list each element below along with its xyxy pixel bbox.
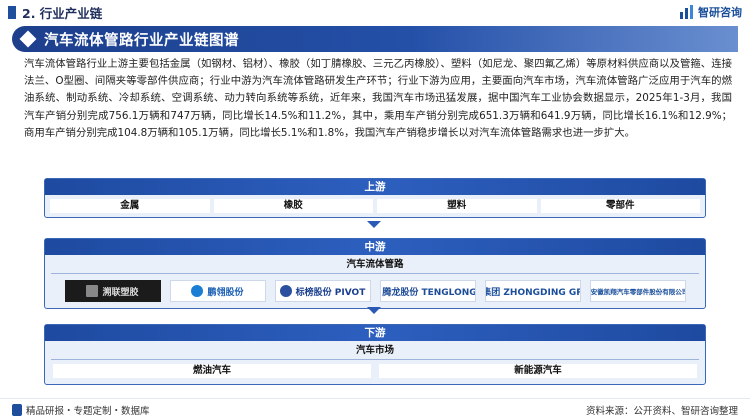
brand-logo-icon	[680, 5, 693, 19]
midstream-subtitle: 汽车流体管路	[346, 259, 404, 270]
intro-paragraph: 汽车流体管路行业上游主要包括金属（如钢材、铝材）、橡胶（如丁腈橡胶、三元乙丙橡胶…	[24, 58, 732, 139]
company-logo: 鹏翎股份	[169, 280, 266, 302]
company-logo: 中鼎集团 ZHONGDING GROUP	[484, 280, 581, 302]
company-mark-icon	[279, 285, 292, 297]
company-logo: 标榜股份 PIVOT	[274, 280, 371, 302]
upstream-item-rubber: 橡胶	[213, 199, 373, 213]
downstream-title: 下游	[45, 325, 705, 341]
upstream-item-metal: 金属	[50, 199, 210, 213]
company-logo: 安徽凯翔汽车零部件股份有限公司	[589, 280, 686, 302]
section-title: 2. 行业产业链	[22, 5, 103, 21]
company-logos: 溯联塑胶 鹏翎股份 标榜股份 PIVOT 腾龙股份 TENGLONG 中鼎集团 …	[45, 274, 705, 308]
downstream-subtitle: 汽车市场	[355, 345, 394, 356]
upstream-item-parts: 零部件	[540, 199, 700, 213]
company-mark-icon	[86, 285, 99, 297]
downstream-items: 燃油汽车 新能源汽车	[45, 360, 705, 384]
company-mark-icon	[191, 285, 204, 297]
downstream-section: 下游 汽车市场 燃油汽车 新能源汽车	[44, 324, 706, 385]
footer: 精品研报・专题定制・数据库 资料来源：公开资料、智研咨询整理	[0, 398, 750, 420]
document-icon	[12, 403, 22, 416]
diamond-icon	[19, 30, 37, 48]
upstream-item-plastic: 塑料	[377, 199, 537, 213]
section-header: 2. 行业产业链	[0, 0, 750, 24]
upstream-section: 上游 金属 橡胶 塑料 零部件	[44, 178, 706, 218]
footer-services: 精品研报・专题定制・数据库	[26, 405, 150, 417]
company-logo: 溯联塑胶	[64, 280, 161, 302]
brand-logo[interactable]: 智研咨询	[679, 4, 742, 20]
footer-source: 资料来源：公开资料、智研咨询整理	[585, 405, 738, 417]
midstream-title: 中游	[45, 239, 705, 255]
section-marker	[8, 5, 16, 19]
title-banner: 汽车流体管路行业产业链图谱	[12, 26, 738, 52]
page-title: 汽车流体管路行业产业链图谱	[44, 32, 239, 49]
downstream-item-nev: 新能源汽车	[379, 364, 697, 378]
down-arrow-icon	[367, 221, 381, 228]
down-arrow-icon	[367, 307, 381, 314]
upstream-items: 金属 橡胶 塑料 零部件	[45, 195, 705, 217]
downstream-item-fuel: 燃油汽车	[53, 364, 371, 378]
midstream-section: 中游 汽车流体管路 溯联塑胶 鹏翎股份 标榜股份 PIVOT 腾龙股份 TENG…	[44, 238, 706, 309]
upstream-title: 上游	[45, 179, 705, 195]
brand-logo-text: 智研咨询	[698, 6, 742, 19]
company-logo: 腾龙股份 TENGLONG	[379, 280, 476, 302]
